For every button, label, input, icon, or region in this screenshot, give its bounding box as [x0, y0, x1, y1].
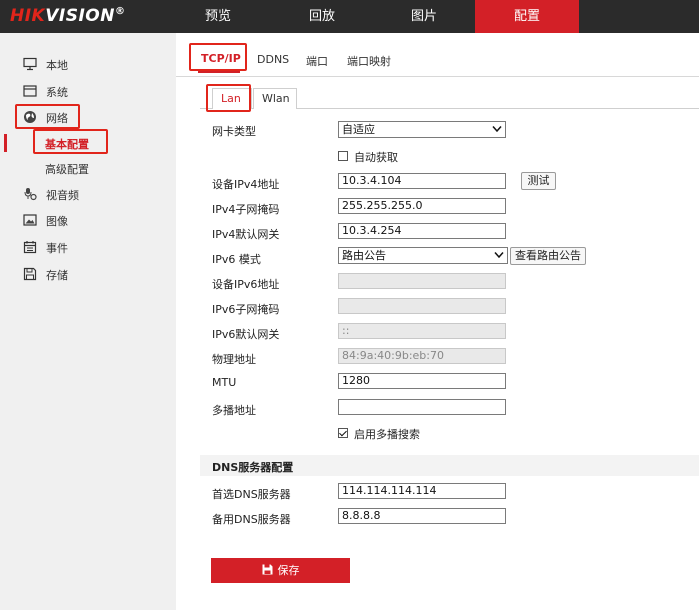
- sidebar-item-local[interactable]: 本地: [0, 53, 176, 75]
- ipv4-mask-label: IPv4子网掩码: [212, 203, 280, 216]
- logo-reg-mark: ®: [114, 6, 126, 17]
- logo-rest-text: VISION: [45, 6, 115, 26]
- chevron-down-icon: [494, 252, 504, 259]
- highlight-box-basic-config: [33, 129, 108, 154]
- multicast-address-input[interactable]: [338, 399, 506, 415]
- ipv6-mode-label: IPv6 模式: [212, 253, 261, 266]
- multicast-search-checkbox[interactable]: [338, 428, 348, 438]
- nav-configuration[interactable]: 配置: [475, 0, 579, 33]
- primary-dns-label: 首选DNS服务器: [212, 488, 291, 501]
- nic-type-value: 自适应: [342, 123, 375, 136]
- subtab-wlan[interactable]: Wlan: [253, 88, 297, 109]
- ipv4-gateway-label: IPv4默认网关: [212, 228, 280, 241]
- save-icon: [23, 267, 37, 281]
- ipv4-gateway-input[interactable]: 10.3.4.254: [338, 223, 506, 239]
- dhcp-label: 自动获取: [354, 151, 398, 164]
- multicast-search-label: 启用多播搜索: [354, 428, 420, 441]
- nav-playback[interactable]: 回放: [270, 0, 374, 33]
- image-icon: [23, 214, 37, 226]
- tab-active-underline: [198, 71, 240, 73]
- sidebar-item-image[interactable]: 图像: [0, 209, 176, 231]
- highlight-box-network: [15, 104, 80, 129]
- nic-type-label: 网卡类型: [212, 125, 256, 138]
- sidebar-subitem-advanced-config[interactable]: 高级配置: [0, 157, 176, 179]
- sidebar-item-event[interactable]: 事件: [0, 236, 176, 258]
- view-route-advertisement-button[interactable]: 查看路由公告: [510, 247, 586, 265]
- secondary-dns-label: 备用DNS服务器: [212, 513, 291, 526]
- ipv6-gateway-input[interactable]: ::: [338, 323, 506, 339]
- hikvision-logo: HIKVISION®: [10, 6, 125, 26]
- multicast-address-label: 多播地址: [212, 404, 256, 417]
- sidebar-item-label: 存储: [46, 269, 68, 282]
- save-icon: [262, 564, 272, 575]
- sidebar-item-label: 视音频: [46, 189, 79, 202]
- sidebar-item-label: 系统: [46, 86, 68, 99]
- sidebar-item-label: 图像: [46, 215, 68, 228]
- ipv6-mode-select[interactable]: 路由公告: [338, 247, 508, 264]
- mtu-label: MTU: [212, 376, 237, 389]
- monitor-icon: [23, 57, 37, 71]
- tab-port[interactable]: 端口: [306, 53, 328, 69]
- ipv6-address-label: 设备IPv6地址: [212, 278, 280, 291]
- highlight-box-tcpip: [189, 43, 247, 71]
- window-icon: [23, 85, 37, 97]
- mac-address-input[interactable]: 84:9a:40:9b:eb:70: [338, 348, 506, 364]
- secondary-dns-input[interactable]: 8.8.8.8: [338, 508, 506, 524]
- ipv6-mask-label: IPv6子网掩码: [212, 303, 280, 316]
- primary-dns-input[interactable]: 114.114.114.114: [338, 483, 506, 499]
- tab-port-mapping[interactable]: 端口映射: [347, 53, 391, 69]
- ipv6-mode-value: 路由公告: [342, 249, 386, 262]
- config-tab-bar: [176, 33, 699, 77]
- save-button[interactable]: 保存: [211, 558, 350, 583]
- highlight-box-lan: [206, 84, 251, 112]
- sidebar-item-storage[interactable]: 存储: [0, 263, 176, 285]
- top-navigation-bar: HIKVISION® 预览 回放 图片 配置: [0, 0, 699, 33]
- dns-section-title: DNS服务器配置: [212, 461, 294, 474]
- dns-section-header: DNS服务器配置: [200, 455, 699, 476]
- sidebar-item-label: 本地: [46, 59, 68, 72]
- sidebar-item-video-audio[interactable]: 视音频: [0, 183, 176, 205]
- ipv4-address-input[interactable]: 10.3.4.104: [338, 173, 506, 189]
- nav-picture[interactable]: 图片: [372, 0, 476, 33]
- microphone-camera-icon: [24, 188, 37, 201]
- calendar-icon: [23, 241, 37, 254]
- mac-address-label: 物理地址: [212, 353, 256, 366]
- ipv4-address-label: 设备IPv4地址: [212, 178, 280, 191]
- nav-preview[interactable]: 预览: [166, 0, 270, 33]
- sidebar-subitem-label: 高级配置: [45, 163, 89, 176]
- sidebar-item-label: 事件: [46, 242, 68, 255]
- ipv6-address-input[interactable]: [338, 273, 506, 289]
- ipv6-mask-input[interactable]: [338, 298, 506, 314]
- dhcp-checkbox[interactable]: [338, 151, 348, 161]
- tab-ddns[interactable]: DDNS: [257, 53, 289, 66]
- mtu-input[interactable]: 1280: [338, 373, 506, 389]
- sidebar-item-system[interactable]: 系统: [0, 80, 176, 102]
- ipv4-mask-input[interactable]: 255.255.255.0: [338, 198, 506, 214]
- logo-brand-text: HIK: [10, 6, 46, 26]
- ipv6-gateway-label: IPv6默认网关: [212, 328, 280, 341]
- save-button-label: 保存: [277, 564, 300, 577]
- test-button[interactable]: 测试: [521, 172, 556, 190]
- nic-type-select[interactable]: 自适应: [338, 121, 506, 138]
- chevron-down-icon: [492, 126, 502, 133]
